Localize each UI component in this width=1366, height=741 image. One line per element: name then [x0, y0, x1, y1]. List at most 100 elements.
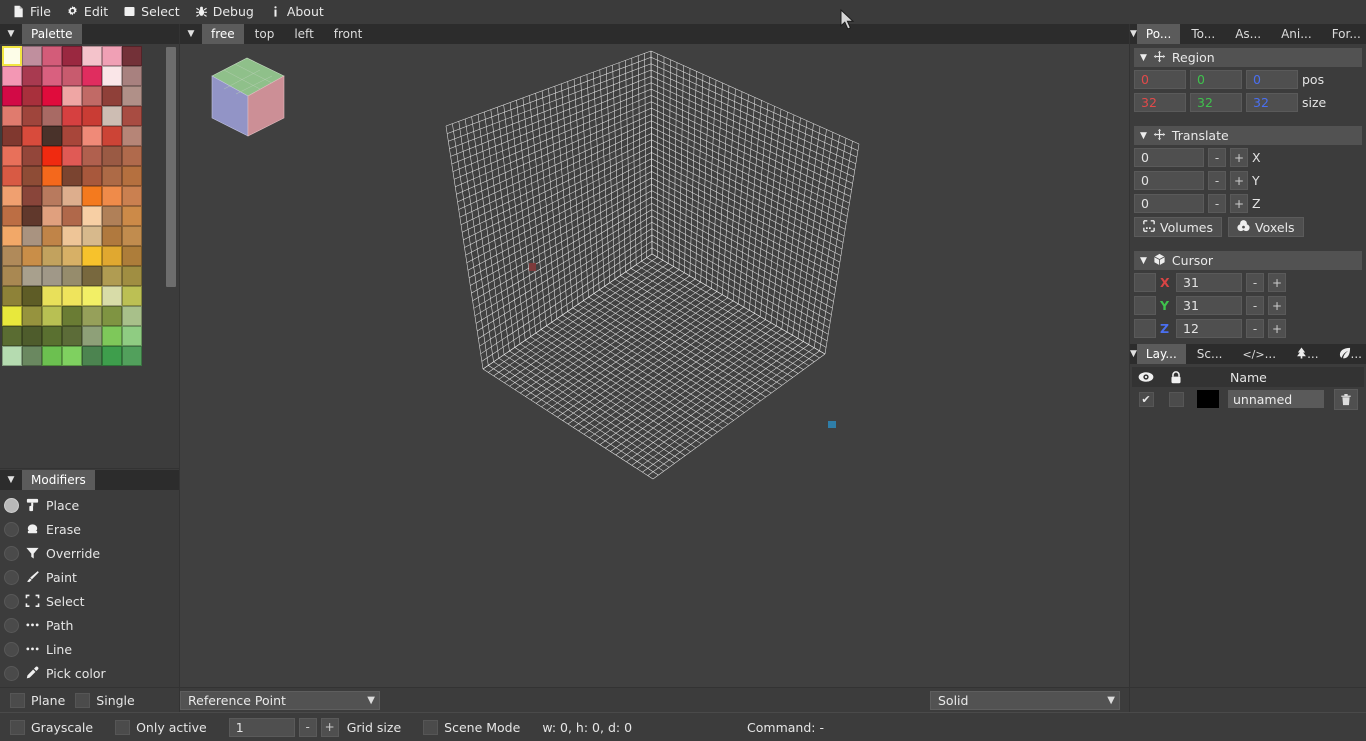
menu-item-debug[interactable]: Debug: [191, 2, 261, 22]
palette-swatch[interactable]: [2, 346, 22, 366]
modifier-radio[interactable]: [4, 593, 19, 609]
palette-swatch[interactable]: [122, 86, 142, 106]
palette-swatch[interactable]: [122, 246, 142, 266]
palette-swatch[interactable]: [102, 346, 122, 366]
menu-item-about[interactable]: About: [265, 2, 331, 22]
region-pos-z[interactable]: 0: [1246, 70, 1298, 89]
layer-lock-checkbox[interactable]: [1168, 391, 1184, 407]
palette-swatch[interactable]: [62, 206, 82, 226]
palette-swatch[interactable]: [62, 166, 82, 186]
palette-swatch[interactable]: [22, 66, 42, 86]
only-active-option[interactable]: Only active: [115, 719, 207, 735]
single-option[interactable]: Single: [75, 692, 135, 708]
cursor-y-minus[interactable]: -: [1246, 296, 1264, 315]
plane-checkbox[interactable]: [10, 692, 25, 708]
palette-swatch[interactable]: [42, 46, 62, 66]
palette-swatch[interactable]: [22, 206, 42, 226]
palette-swatch[interactable]: [2, 166, 22, 186]
palette-swatch[interactable]: [62, 286, 82, 306]
viewport-tab-free[interactable]: free: [202, 24, 244, 44]
cursor-x-plus[interactable]: +: [1268, 273, 1286, 292]
palette-swatch[interactable]: [122, 326, 142, 346]
palette-swatch[interactable]: [2, 286, 22, 306]
translate-z-minus[interactable]: -: [1208, 194, 1226, 213]
palette-swatch[interactable]: [62, 86, 82, 106]
tab-format[interactable]: For...: [1322, 24, 1366, 44]
palette-swatch[interactable]: [2, 86, 22, 106]
palette-swatch[interactable]: [102, 66, 122, 86]
palette-swatch[interactable]: [82, 306, 102, 326]
palette-swatch[interactable]: [82, 246, 102, 266]
modifier-item-select[interactable]: Select: [4, 589, 180, 613]
palette-swatch[interactable]: [2, 246, 22, 266]
palette-swatch[interactable]: [42, 86, 62, 106]
palette-swatch[interactable]: [122, 346, 142, 366]
translate-z-input[interactable]: 0: [1134, 194, 1204, 213]
palette-swatch[interactable]: [22, 106, 42, 126]
palette-swatch[interactable]: [2, 46, 22, 66]
grid-size-minus[interactable]: -: [298, 717, 317, 737]
palette-swatch[interactable]: [102, 306, 122, 326]
translate-x-input[interactable]: 0: [1134, 148, 1204, 167]
tab-positions[interactable]: Po...: [1136, 24, 1181, 44]
palette-swatch[interactable]: [62, 326, 82, 346]
palette-swatch[interactable]: [2, 306, 22, 326]
palette-swatch[interactable]: [102, 86, 122, 106]
modifier-radio[interactable]: [4, 497, 19, 513]
menu-item-edit[interactable]: Edit: [62, 2, 115, 22]
tab-layers[interactable]: Lay...: [1136, 344, 1186, 364]
grayscale-option[interactable]: Grayscale: [10, 719, 93, 735]
modifier-radio[interactable]: [4, 545, 19, 561]
palette-swatch[interactable]: [42, 226, 62, 246]
palette-swatch[interactable]: [62, 66, 82, 86]
layer-color-swatch[interactable]: [1197, 390, 1219, 408]
palette-swatch[interactable]: [102, 246, 122, 266]
modifier-item-line[interactable]: Line: [4, 637, 180, 661]
palette-swatch[interactable]: [22, 326, 42, 346]
plane-option[interactable]: Plane: [10, 692, 65, 708]
palette-swatch[interactable]: [22, 286, 42, 306]
region-pos-y[interactable]: 0: [1190, 70, 1242, 89]
palette-swatch[interactable]: [82, 166, 102, 186]
viewport-tab-top[interactable]: top: [245, 24, 284, 44]
palette-swatch[interactable]: [62, 106, 82, 126]
modifier-item-paint[interactable]: Paint: [4, 565, 180, 589]
palette-swatch[interactable]: [82, 46, 102, 66]
palette-swatch[interactable]: [102, 126, 122, 146]
palette-swatch[interactable]: [22, 226, 42, 246]
render-mode-dropdown[interactable]: Solid ▼: [930, 690, 1120, 710]
palette-swatch[interactable]: [122, 106, 142, 126]
tab-scenegraph[interactable]: Sc...: [1187, 344, 1232, 364]
palette-swatch[interactable]: [22, 266, 42, 286]
palette-swatch[interactable]: [42, 266, 62, 286]
cursor-y-plus[interactable]: +: [1268, 296, 1286, 315]
translate-x-plus[interactable]: +: [1230, 148, 1248, 167]
palette-swatch[interactable]: [2, 126, 22, 146]
palette-swatch[interactable]: [42, 146, 62, 166]
palette-swatch[interactable]: [42, 106, 62, 126]
palette-scrollbar-thumb[interactable]: [166, 47, 176, 287]
palette-swatch[interactable]: [42, 246, 62, 266]
palette-swatch[interactable]: [22, 86, 42, 106]
palette-swatch[interactable]: [82, 146, 102, 166]
palette-swatch[interactable]: [22, 246, 42, 266]
palette-swatch[interactable]: [62, 146, 82, 166]
scene-mode-checkbox[interactable]: [423, 719, 439, 735]
cursor-y-lock[interactable]: [1134, 296, 1156, 315]
reference-point-dropdown[interactable]: Reference Point ▼: [180, 690, 380, 710]
layer-name-input[interactable]: unnamed: [1228, 390, 1324, 408]
palette-swatch[interactable]: [102, 106, 122, 126]
palette-swatch[interactable]: [42, 66, 62, 86]
palette-swatch[interactable]: [42, 206, 62, 226]
palette-swatch[interactable]: [122, 126, 142, 146]
palette-swatch[interactable]: [82, 266, 102, 286]
palette-swatch[interactable]: [82, 86, 102, 106]
chevron-down-icon[interactable]: ▼: [0, 470, 22, 490]
palette-swatch[interactable]: [62, 346, 82, 366]
translate-y-minus[interactable]: -: [1208, 171, 1226, 190]
modifier-radio[interactable]: [4, 665, 19, 681]
region-size-x[interactable]: 32: [1134, 93, 1186, 112]
palette-swatch[interactable]: [102, 46, 122, 66]
palette-swatch[interactable]: [102, 206, 122, 226]
palette-swatch[interactable]: [122, 66, 142, 86]
